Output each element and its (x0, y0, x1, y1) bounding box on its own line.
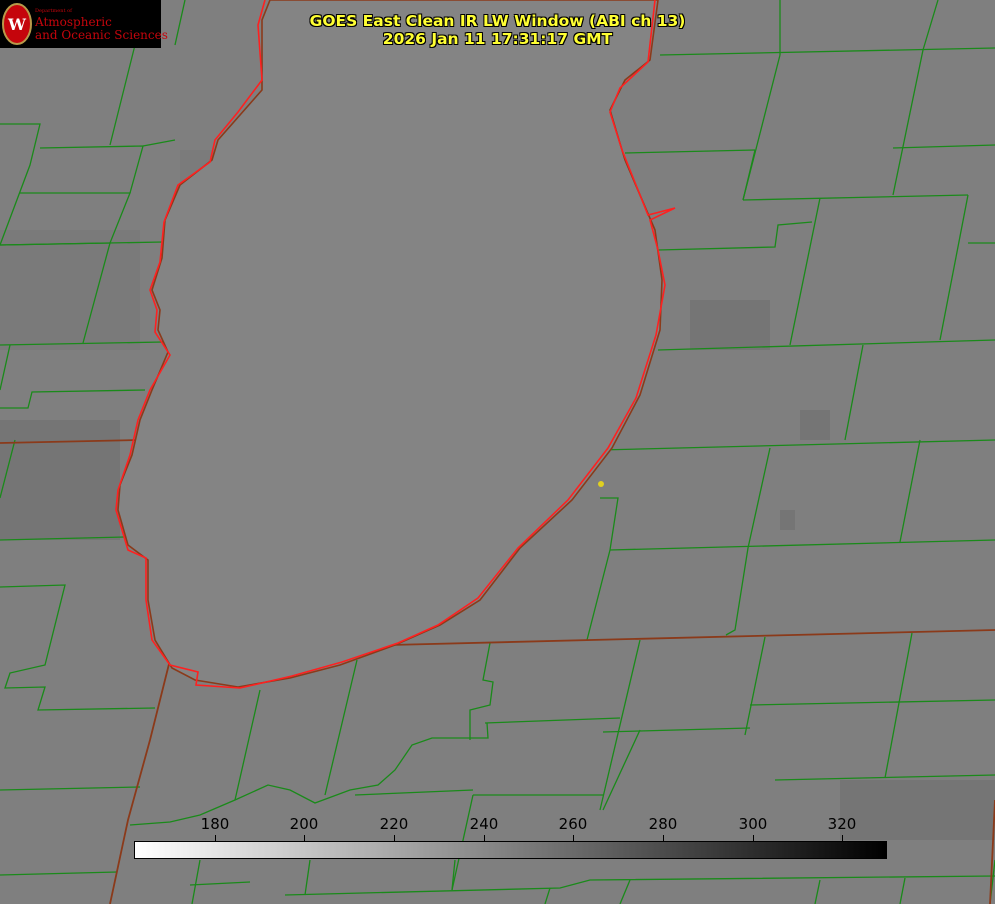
colorbar-tick (753, 835, 754, 842)
colorbar (134, 841, 887, 859)
title-line2: 2026 Jan 11 17:31:17 GMT (382, 30, 613, 48)
colorbar-tick-label: 240 (469, 815, 499, 833)
map-canvas (0, 0, 995, 904)
colorbar-tick (842, 835, 843, 842)
image-title: GOES East Clean IR LW Window (ABI ch 13)… (250, 12, 745, 48)
colorbar-tick-label: 260 (558, 815, 588, 833)
seal-letter: W (7, 15, 27, 34)
colorbar-tick (215, 835, 216, 842)
title-line1: GOES East Clean IR LW Window (ABI ch 13) (309, 12, 686, 30)
colorbar-tick (663, 835, 664, 842)
logo-line2: and Oceanic Sciences (35, 28, 168, 42)
location-marker (598, 481, 604, 487)
colorbar-tick (304, 835, 305, 842)
colorbar-tick (394, 835, 395, 842)
colorbar-tick (484, 835, 485, 842)
colorbar-tick-label: 200 (289, 815, 319, 833)
colorbar-tick-label: 280 (648, 815, 678, 833)
aos-logo: W Department of Atmospheric and Oceanic … (0, 0, 168, 48)
colorbar-tick-label: 180 (200, 815, 230, 833)
logo-line1: Atmospheric (35, 15, 112, 29)
colorbar-tick (573, 835, 574, 842)
colorbar-tick-label: 300 (738, 815, 768, 833)
colorbar-tick-label: 220 (379, 815, 409, 833)
logo-department: Department of (35, 8, 72, 14)
satellite-map-view: GOES East Clean IR LW Window (ABI ch 13)… (0, 0, 995, 904)
colorbar-tick-label: 320 (827, 815, 857, 833)
uw-seal-icon: W (2, 3, 32, 45)
